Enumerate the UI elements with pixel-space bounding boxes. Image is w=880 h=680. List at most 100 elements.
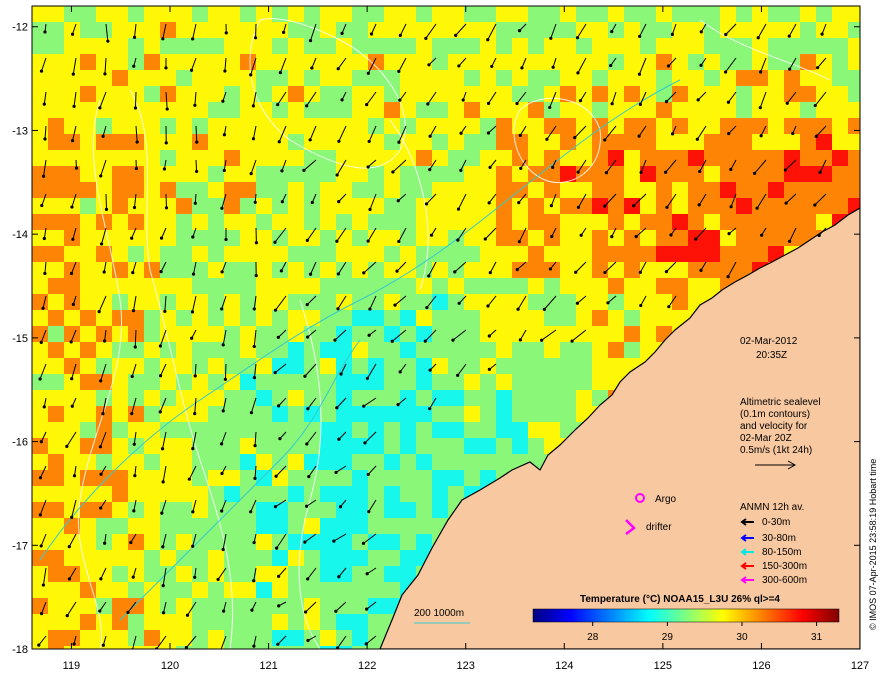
velocity-arrow-head (398, 370, 402, 374)
sst-cell (32, 166, 48, 182)
lat-tick-label: -13 (12, 125, 28, 137)
velocity-arrow-head (783, 168, 788, 172)
sst-cell (416, 390, 432, 406)
sst-cell (592, 262, 608, 278)
sst-cell (32, 278, 48, 294)
velocity-arrow-head (43, 30, 47, 34)
velocity-arrow-head (306, 335, 310, 339)
velocity-arrow-head (221, 547, 225, 552)
sst-cell (240, 70, 256, 86)
sst-cell (448, 70, 464, 86)
sst-cell (160, 614, 176, 630)
sst-cell (576, 326, 592, 342)
velocity-arrow-head (575, 36, 580, 40)
sst-cell (272, 278, 288, 294)
sst-cell (464, 262, 480, 278)
sst-cell (336, 374, 352, 390)
sst-cell (304, 310, 320, 326)
sst-cell (576, 214, 592, 230)
sst-cell (768, 134, 784, 150)
velocity-arrow-head (667, 305, 671, 309)
sst-cell (560, 294, 576, 310)
sst-cell (208, 150, 224, 166)
sst-cell (288, 406, 304, 422)
velocity-arrow-head (361, 541, 366, 545)
velocity-arrow-head (570, 339, 574, 343)
sst-cell (368, 102, 384, 118)
velocity-arrow-head (99, 577, 103, 581)
sst-cell (224, 246, 240, 262)
velocity-arrow-head (276, 103, 280, 107)
sst-cell (352, 358, 368, 374)
sst-cell (400, 262, 416, 278)
sst-cell (256, 342, 272, 358)
sst-cell (96, 502, 112, 518)
sst-cell (48, 598, 64, 614)
velocity-arrow-head (65, 444, 69, 449)
velocity-arrow-head (367, 510, 371, 514)
sst-cell (432, 310, 448, 326)
sst-cell (400, 102, 416, 118)
velocity-arrow-head (664, 100, 669, 104)
sst-cell (48, 406, 64, 422)
sst-cell (384, 166, 400, 182)
sst-cell (800, 38, 816, 54)
sst-cell (832, 54, 848, 70)
velocity-arrow-head (483, 237, 487, 241)
sst-cell (176, 534, 192, 550)
sst-cell (48, 566, 64, 582)
sst-cell (160, 86, 176, 102)
sst-cell (160, 422, 176, 438)
velocity-arrow-head (273, 370, 277, 375)
sst-cell (320, 70, 336, 86)
sst-cell (32, 70, 48, 86)
sst-cell (96, 54, 112, 70)
sst-cell (688, 70, 704, 86)
sst-cell (208, 22, 224, 38)
sst-cell (240, 182, 256, 198)
sst-cell (64, 38, 80, 54)
velocity-arrow-head (193, 575, 197, 579)
sst-cell (736, 6, 752, 22)
sst-cell (496, 22, 512, 38)
sst-cell (496, 454, 512, 470)
sst-cell (240, 6, 256, 22)
velocity-arrow-head (665, 205, 669, 209)
sst-cell (656, 182, 672, 198)
sst-cell (480, 406, 496, 422)
sst-cell (736, 22, 752, 38)
sst-cell (128, 310, 144, 326)
sst-cell (464, 22, 480, 38)
sst-cell (800, 182, 816, 198)
sst-cell (64, 454, 80, 470)
sst-cell (464, 326, 480, 342)
sst-cell (608, 246, 624, 262)
sst-cell (352, 86, 368, 102)
sst-cell (240, 614, 256, 630)
sst-cell (592, 214, 608, 230)
velocity-arrow-head (335, 173, 339, 177)
sst-cell (352, 438, 368, 454)
velocity-arrow (134, 91, 137, 109)
sst-cell (256, 86, 272, 102)
sst-cell (176, 86, 192, 102)
sst-cell (480, 390, 496, 406)
sst-cell (368, 262, 384, 278)
sst-cell (544, 6, 560, 22)
sst-cell (320, 134, 336, 150)
sst-cell (48, 198, 64, 214)
velocity-arrow-head (69, 271, 74, 276)
velocity-arrow-head (70, 205, 74, 209)
sst-cell (672, 118, 688, 134)
sst-cell (288, 278, 304, 294)
sst-cell (256, 390, 272, 406)
sst-cell (624, 70, 640, 86)
velocity-arrow-head (453, 270, 457, 274)
velocity-arrow-head (253, 36, 258, 40)
sst-cell (96, 86, 112, 102)
velocity-arrow-head (791, 131, 795, 136)
sst-cell (80, 278, 96, 294)
sst-cell (48, 470, 64, 486)
sst-cell (320, 630, 336, 646)
sst-cell (608, 6, 624, 22)
